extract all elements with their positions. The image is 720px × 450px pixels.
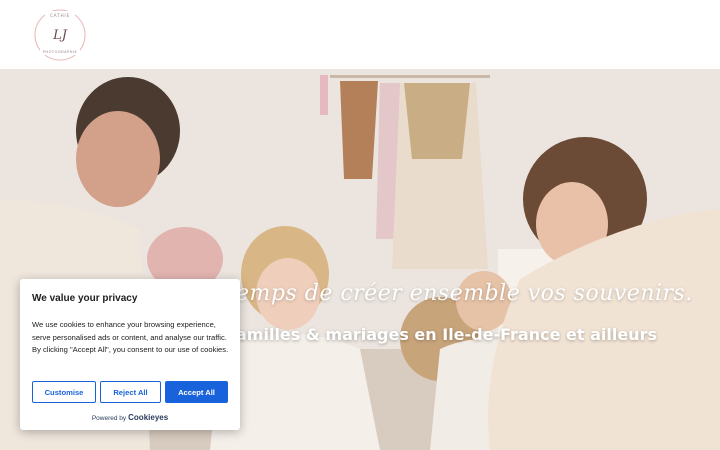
cookie-consent-banner: We value your privacy We use cookies to … [20, 279, 240, 430]
logo-bottom-text: PHOTOGRAPHIE [43, 50, 78, 54]
powered-by-label: Powered by [91, 415, 127, 422]
powered-by: Powered by Cookieyes [20, 413, 240, 422]
accept-all-button[interactable]: Accept All [165, 381, 228, 403]
logo-mark: CATHIE LJ PHOTOGRAPHIE [34, 9, 86, 61]
site-header: CATHIE LJ PHOTOGRAPHIE [0, 0, 720, 69]
logo-monogram: LJ [52, 28, 68, 43]
reject-all-button[interactable]: Reject All [100, 381, 161, 403]
customise-button[interactable]: Customise [32, 381, 96, 403]
hero-tagline: emps de créer ensemble vos souvenirs. [236, 281, 693, 306]
hero-subtitle: amilles & mariages en Ile-de-France et a… [236, 325, 657, 344]
logo-top-text: CATHIE [50, 13, 70, 18]
cookieyes-brand[interactable]: Cookieyes [128, 413, 168, 422]
site-logo[interactable]: CATHIE LJ PHOTOGRAPHIE [33, 8, 87, 62]
cookie-title: We value your privacy [32, 293, 138, 304]
cookie-description: We use cookies to enhance your browsing … [32, 320, 229, 354]
